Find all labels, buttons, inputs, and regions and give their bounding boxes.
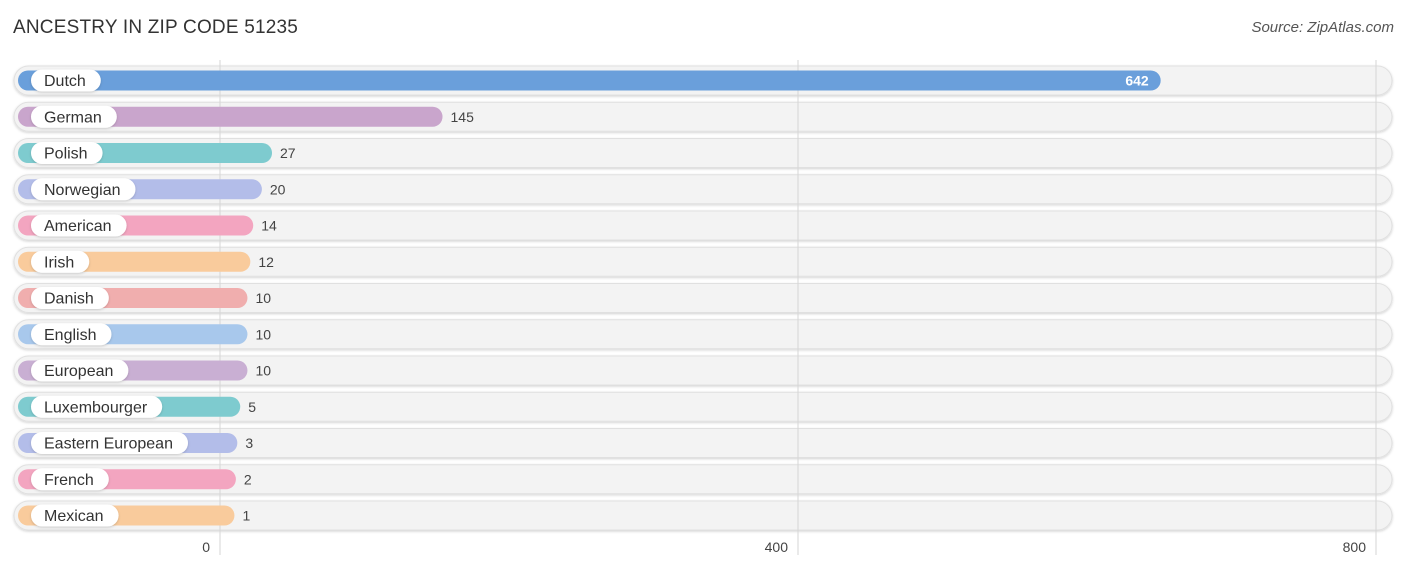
category-label: Eastern European — [44, 436, 173, 453]
bar-row: Dutch 642 — [18, 69, 1161, 92]
bar-row: Polish 27 — [18, 142, 296, 164]
value-label: 12 — [258, 254, 274, 270]
category-label: Danish — [44, 291, 94, 308]
category-label: Irish — [44, 254, 74, 271]
category-label: German — [44, 109, 102, 126]
bar — [18, 70, 1161, 91]
bar-row: European 10 — [18, 359, 271, 382]
bar-row: Luxembourger 5 — [18, 395, 256, 418]
value-label: 642 — [1125, 73, 1149, 89]
category-label: Luxembourger — [44, 399, 148, 416]
value-label: 3 — [245, 435, 253, 451]
value-label: 5 — [248, 399, 256, 415]
value-label: 145 — [451, 109, 475, 125]
bar-row: Eastern European 3 — [18, 432, 253, 454]
x-tick-label: 0 — [202, 539, 210, 555]
bar-chart: Dutch 642German 145Polish 27Norwegian 20Amer… — [13, 60, 1393, 555]
value-label: 10 — [255, 326, 271, 342]
value-label: 10 — [255, 363, 271, 379]
bar-row: English 10 — [18, 323, 271, 346]
value-label: 27 — [280, 145, 296, 161]
category-label: Polish — [44, 146, 88, 163]
x-tick-label: 400 — [765, 539, 789, 555]
value-label: 14 — [261, 218, 277, 234]
category-label: English — [44, 327, 96, 344]
bar-row: American 14 — [18, 214, 277, 237]
bar-row: German 145 — [18, 105, 475, 128]
value-label: 1 — [242, 508, 250, 524]
category-label: European — [44, 363, 113, 380]
bar-row: French 2 — [18, 468, 252, 491]
bar-row: Irish 12 — [18, 250, 274, 273]
value-label: 2 — [244, 471, 252, 487]
bar-row: Danish 10 — [18, 287, 271, 309]
category-label: French — [44, 472, 94, 489]
category-label: American — [44, 218, 112, 235]
category-label: Norwegian — [44, 182, 120, 199]
bar-row: Norwegian 20 — [18, 178, 286, 201]
category-label: Mexican — [44, 508, 104, 525]
value-label: 10 — [255, 290, 271, 306]
x-tick-label: 800 — [1343, 539, 1367, 555]
bar-row: Mexican 1 — [18, 504, 250, 527]
value-label: 20 — [270, 181, 286, 197]
category-label: Dutch — [44, 73, 86, 90]
